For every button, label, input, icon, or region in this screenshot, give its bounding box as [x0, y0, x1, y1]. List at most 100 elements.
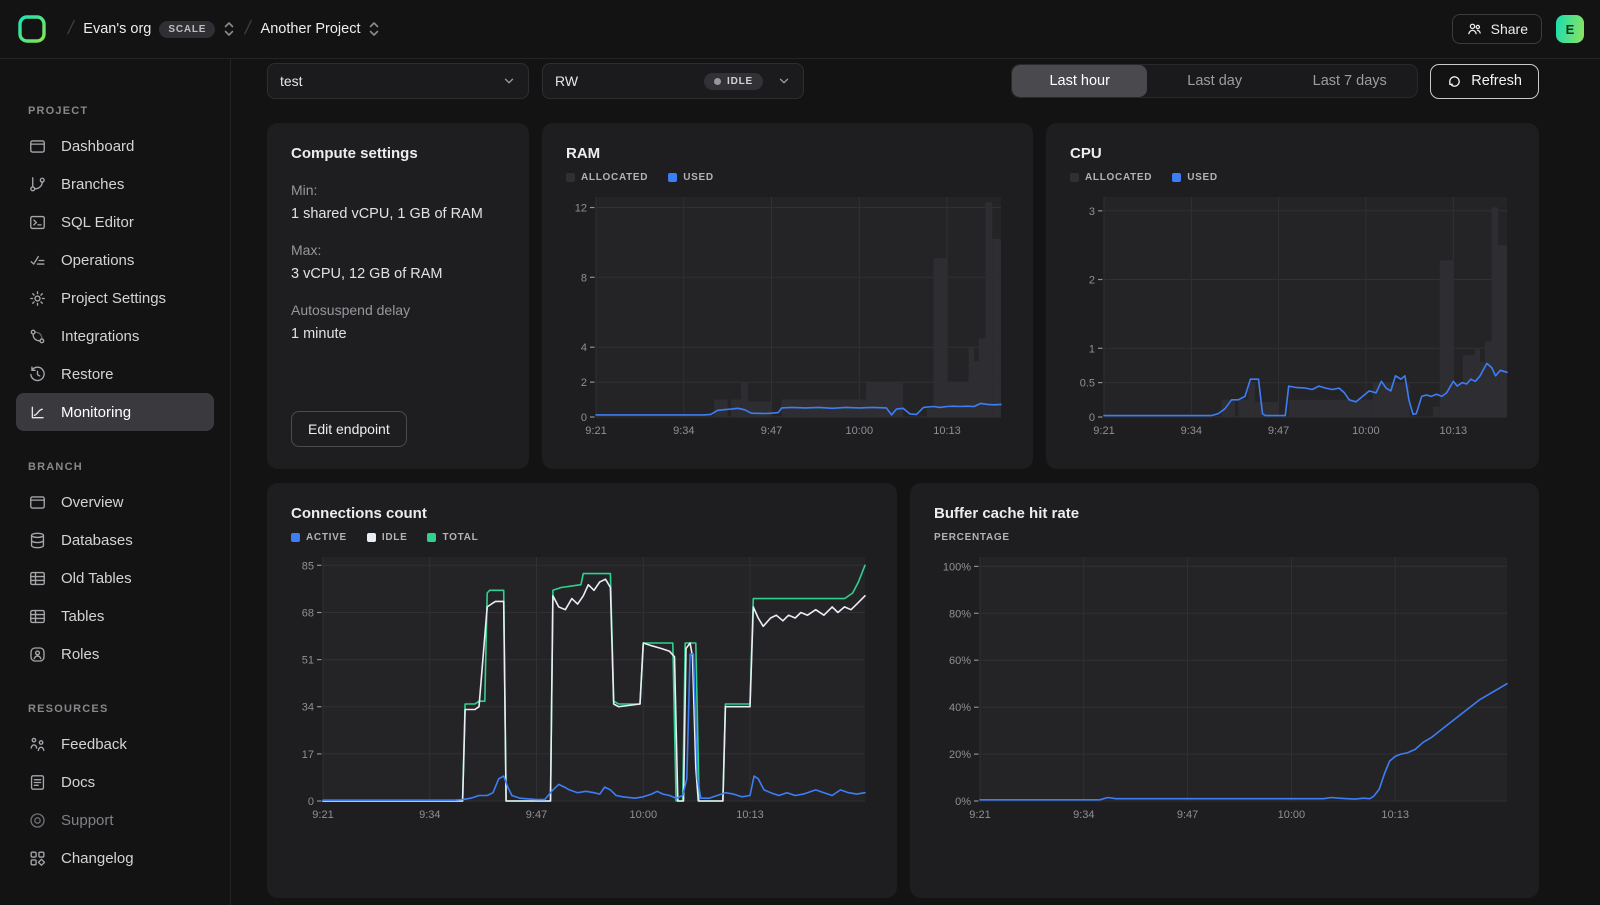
- compute-card-title: Compute settings: [291, 145, 505, 162]
- legend-label: USED: [683, 172, 714, 183]
- svg-text:0: 0: [308, 796, 314, 808]
- sidebar-section-branch: BRANCHOverviewDatabasesOld TablesTablesR…: [16, 461, 214, 673]
- compute-row-label: Autosuspend delay: [291, 302, 505, 318]
- dashboard-icon: [28, 137, 47, 156]
- sidebar-item-changelog[interactable]: Changelog: [16, 839, 214, 877]
- sidebar-item-feedback[interactable]: Feedback: [16, 725, 214, 763]
- svg-text:0%: 0%: [955, 796, 971, 808]
- sidebar-item-branches[interactable]: Branches: [16, 165, 214, 203]
- chart-legend: ALLOCATED USED: [566, 172, 1009, 183]
- sidebar-item-operations[interactable]: Operations: [16, 241, 214, 279]
- range-tab-last-hour[interactable]: Last hour: [1012, 65, 1147, 97]
- sidebar-item-tables[interactable]: Tables: [16, 597, 214, 635]
- svg-text:4: 4: [581, 342, 587, 354]
- svg-text:0: 0: [581, 412, 587, 424]
- legend-item-used: USED: [1172, 172, 1218, 183]
- project-switcher-icon[interactable]: [368, 21, 380, 37]
- sql-editor-icon: [28, 213, 47, 232]
- chevron-down-icon: [502, 74, 516, 88]
- connections-chart-card: Connections count ACTIVEIDLETOTAL 017345…: [267, 483, 897, 898]
- svg-text:9:21: 9:21: [969, 809, 990, 821]
- svg-text:10:13: 10:13: [1440, 425, 1468, 437]
- endpoint-select[interactable]: RW IDLE: [542, 63, 804, 99]
- endpoint-status-badge: IDLE: [704, 73, 763, 90]
- svg-text:80%: 80%: [949, 608, 971, 620]
- sidebar-item-support[interactable]: Support: [16, 801, 214, 839]
- legend-item-percentage: PERCENTAGE: [934, 532, 1010, 543]
- neon-logo[interactable]: [16, 13, 48, 45]
- edit-endpoint-button[interactable]: Edit endpoint: [291, 411, 407, 447]
- operations-icon: [28, 251, 47, 270]
- chevron-down-icon: [777, 74, 791, 88]
- sidebar-item-docs[interactable]: Docs: [16, 763, 214, 801]
- compute-row-label: Max:: [291, 242, 505, 258]
- legend-item-idle: IDLE: [367, 532, 408, 543]
- time-range-tabs: Last hourLast dayLast 7 days: [1011, 64, 1418, 98]
- settings-icon: [28, 289, 47, 308]
- sidebar-section-resources: RESOURCES Feedback DocsSupport Changelog: [16, 703, 214, 877]
- sidebar-item-integrations[interactable]: Integrations: [16, 317, 214, 355]
- legend-swatch-icon: [566, 173, 575, 182]
- legend-item-allocated: ALLOCATED: [566, 172, 648, 183]
- sidebar-item-sql-editor[interactable]: SQL Editor: [16, 203, 214, 241]
- svg-text:10:13: 10:13: [933, 425, 961, 437]
- sidebar-item-databases[interactable]: Databases: [16, 521, 214, 559]
- svg-text:20%: 20%: [949, 749, 971, 761]
- cpu-chart-card: CPU ALLOCATEDUSED 00.51239:219:349:4710:…: [1046, 123, 1539, 469]
- sidebar-section-title: RESOURCES: [28, 703, 214, 715]
- range-tab-last-7-days[interactable]: Last 7 days: [1282, 65, 1417, 97]
- sidebar-item-overview[interactable]: Overview: [16, 483, 214, 521]
- svg-text:100%: 100%: [943, 561, 971, 573]
- range-tab-last-day[interactable]: Last day: [1147, 65, 1282, 97]
- sidebar-item-label: Changelog: [61, 850, 134, 867]
- branch-select[interactable]: test: [267, 63, 529, 99]
- connections-chart: 017345168859:219:349:4710:0010:13: [291, 551, 873, 823]
- svg-text:40%: 40%: [949, 702, 971, 714]
- integrations-icon: [28, 327, 47, 346]
- svg-text:8: 8: [581, 272, 587, 284]
- sidebar-item-roles[interactable]: Roles: [16, 635, 214, 673]
- svg-text:0.5: 0.5: [1080, 378, 1095, 390]
- share-button[interactable]: Share: [1452, 14, 1542, 44]
- sidebar-item-restore[interactable]: Restore: [16, 355, 214, 393]
- databases-icon: [28, 531, 47, 550]
- breadcrumb-separator: /: [66, 18, 76, 40]
- refresh-button[interactable]: Refresh: [1430, 64, 1539, 99]
- svg-text:2: 2: [1089, 275, 1095, 287]
- org-switcher-icon[interactable]: [223, 21, 235, 37]
- buffer-cache-chart: 0%20%40%60%80%100%9:219:349:4710:0010:13: [934, 551, 1515, 823]
- branches-icon: [28, 175, 47, 194]
- refresh-icon: [1447, 74, 1462, 89]
- sidebar-item-label: Project Settings: [61, 290, 166, 307]
- legend-item-active: ACTIVE: [291, 532, 347, 543]
- chart-legend: ALLOCATEDUSED: [1070, 172, 1515, 183]
- chart-title: CPU: [1070, 145, 1515, 162]
- status-dot-icon: [714, 78, 721, 85]
- svg-text:9:34: 9:34: [673, 425, 694, 437]
- sidebar-item-old-tables[interactable]: Old Tables: [16, 559, 214, 597]
- breadcrumb-project[interactable]: Another Project: [261, 21, 381, 37]
- legend-swatch-icon: [367, 533, 376, 542]
- support-icon: [28, 811, 47, 830]
- sidebar-item-label: Dashboard: [61, 138, 134, 155]
- user-avatar[interactable]: E: [1556, 15, 1584, 43]
- svg-text:9:21: 9:21: [1093, 425, 1114, 437]
- changelog-icon: [28, 849, 47, 868]
- sidebar-item-label: Overview: [61, 494, 124, 511]
- svg-text:10:00: 10:00: [1352, 425, 1380, 437]
- ram-chart-card: RAM ALLOCATEDUSED 0248129:219:349:4710:0…: [542, 123, 1033, 469]
- top-bar: / Evan's org SCALE / Another Project Sha…: [0, 0, 1600, 59]
- sidebar-item-project-settings[interactable]: Project Settings: [16, 279, 214, 317]
- svg-text:17: 17: [302, 749, 314, 761]
- breadcrumb-org[interactable]: Evan's org SCALE: [83, 21, 235, 38]
- svg-text:2: 2: [581, 377, 587, 389]
- sidebar-section-title: PROJECT: [28, 105, 214, 117]
- legend-label: ACTIVE: [306, 532, 347, 543]
- sidebar-item-label: Feedback: [61, 736, 127, 753]
- svg-text:10:13: 10:13: [736, 809, 764, 821]
- compute-row-value: 1 shared vCPU, 1 GB of RAM: [291, 206, 505, 222]
- svg-text:51: 51: [302, 655, 314, 667]
- sidebar-item-monitoring[interactable]: Monitoring: [16, 393, 214, 431]
- feedback-icon: [28, 735, 47, 754]
- sidebar-item-dashboard[interactable]: Dashboard: [16, 127, 214, 165]
